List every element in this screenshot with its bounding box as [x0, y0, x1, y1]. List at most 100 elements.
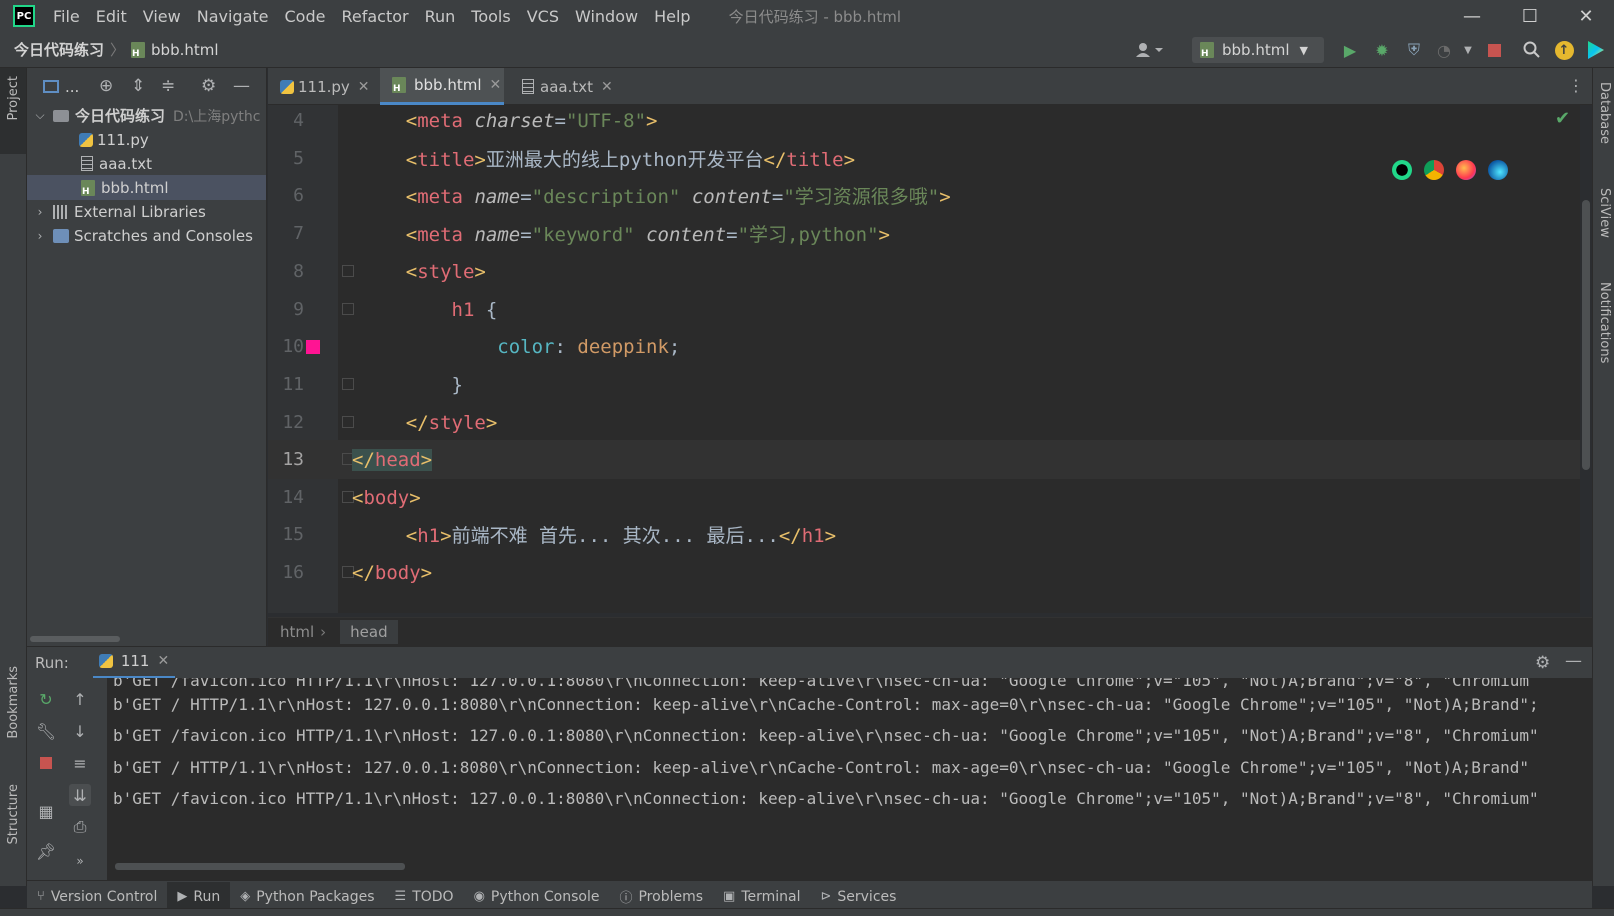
firefox-icon[interactable] — [1456, 160, 1476, 180]
code-editor[interactable]: 4 <meta charset="UTF-8"> 5 <title>亚洲最大的线… — [268, 105, 1580, 613]
run-tab-111[interactable]: 111 ✕ — [92, 647, 176, 679]
debug-icon[interactable]: ✹ — [1370, 38, 1394, 62]
fold-marker-icon[interactable] — [342, 265, 354, 277]
tree-item-aaa-txt[interactable]: aaa.txt — [27, 151, 266, 176]
close-tab-icon[interactable]: ✕ — [157, 653, 169, 669]
no-problems-check-icon[interactable]: ✔ — [1555, 108, 1570, 129]
tab-python-packages[interactable]: ◈ Python Packages — [230, 882, 384, 912]
menu-help[interactable]: Help — [654, 7, 690, 26]
project-view-icon[interactable] — [43, 80, 59, 93]
menu-window[interactable]: Window — [575, 7, 638, 26]
fold-marker-icon[interactable] — [342, 303, 354, 315]
arrow-down-icon[interactable]: ↓ — [69, 720, 91, 742]
run-configuration-select[interactable]: bbb.html ▼ — [1192, 37, 1324, 63]
editor-vertical-scrollbar[interactable] — [1582, 200, 1590, 470]
project-horizontal-scrollbar[interactable] — [30, 636, 120, 642]
menu-edit[interactable]: Edit — [96, 7, 127, 26]
breadcrumb-html[interactable]: html — [280, 623, 314, 641]
breadcrumb-file[interactable]: bbb.html — [151, 41, 219, 59]
tree-item-external-libraries[interactable]: › External Libraries — [27, 199, 266, 224]
tab-services[interactable]: ⊳ Services — [810, 882, 906, 912]
line-number: 16 — [282, 562, 304, 583]
locate-icon[interactable]: ⊕ — [99, 76, 113, 96]
stop-icon[interactable] — [35, 752, 57, 774]
layout-icon[interactable]: ▦ — [35, 800, 57, 822]
more-run-options-icon[interactable]: ▼ — [1456, 38, 1480, 62]
close-tab-icon[interactable]: ✕ — [358, 79, 370, 95]
tree-item-project-root[interactable]: ⌵ 今日代码练习 D:\上海pythc — [27, 103, 266, 128]
database-stripe-label[interactable]: Database — [1597, 82, 1612, 144]
fold-marker-icon[interactable] — [342, 378, 354, 390]
html-file-icon — [392, 77, 406, 94]
tab-run[interactable]: ▶ Run — [167, 881, 231, 912]
breadcrumb-head[interactable]: head — [340, 620, 398, 644]
expand-all-icon[interactable]: ⇕ — [131, 76, 145, 96]
update-icon[interactable]: ↑ — [1552, 38, 1576, 62]
hide-panel-icon[interactable]: — — [1565, 651, 1582, 671]
menu-tools[interactable]: Tools — [471, 7, 510, 26]
maximize-icon[interactable]: ☐ — [1502, 0, 1558, 32]
tab-problems[interactable]: ⓘ Problems — [609, 882, 713, 912]
more-icon[interactable]: » — [69, 850, 91, 872]
search-icon[interactable] — [1520, 38, 1544, 62]
project-view-label[interactable]: ... — [65, 78, 79, 96]
menu-vcs[interactable]: VCS — [527, 7, 559, 26]
notifications-stripe-label[interactable]: Notifications — [1597, 282, 1612, 363]
tree-item-bbb-html[interactable]: bbb.html — [27, 175, 266, 200]
menu-refactor[interactable]: Refactor — [341, 7, 408, 26]
code-line: 5 <title>亚洲最大的线上python开发平台</title> — [268, 139, 1580, 178]
console-horizontal-scrollbar[interactable] — [115, 863, 405, 870]
soft-wrap-icon[interactable]: ≡ — [69, 752, 91, 774]
close-tab-icon[interactable]: ✕ — [601, 79, 613, 95]
menu-code[interactable]: Code — [285, 7, 326, 26]
tab-bbb-html[interactable]: bbb.html ✕ — [380, 68, 504, 105]
tab-todo[interactable]: ☰ TODO — [385, 882, 464, 912]
scroll-to-end-icon[interactable]: ⇊ — [69, 784, 91, 806]
tab-python-console[interactable]: ◉ Python Console — [464, 882, 610, 912]
tab-version-control[interactable]: ⑂ Version Control — [27, 882, 167, 912]
project-stripe-label: Project — [6, 76, 21, 121]
tab-aaa-txt[interactable]: aaa.txt ✕ — [510, 68, 616, 105]
project-tool-button[interactable]: Project — [0, 68, 26, 154]
run-console-output[interactable]: b'GET /favicon.ico HTTP/1.1\r\nHost: 127… — [107, 678, 1592, 880]
menu-file[interactable]: File — [53, 7, 80, 26]
chrome-icon[interactable] — [1424, 160, 1444, 180]
gear-icon[interactable]: ⚙ — [1535, 653, 1550, 673]
menu-navigate[interactable]: Navigate — [197, 7, 269, 26]
fold-marker-icon[interactable] — [342, 416, 354, 428]
hide-panel-icon[interactable]: — — [233, 76, 250, 96]
wrench-icon[interactable]: 🔧︎ — [35, 720, 57, 742]
run-config-label: bbb.html — [1222, 41, 1290, 59]
rerun-icon[interactable]: ↻ — [35, 688, 57, 710]
run-icon[interactable]: ▶ — [1338, 38, 1362, 62]
tree-item-111-py[interactable]: 111.py — [27, 127, 266, 152]
minimize-icon[interactable]: — — [1444, 0, 1500, 32]
pin-icon[interactable]: 📌︎ — [35, 840, 57, 862]
coverage-icon[interactable]: ⛨ — [1402, 38, 1426, 62]
menu-view[interactable]: View — [143, 7, 181, 26]
collapse-all-icon[interactable]: ≑ — [161, 76, 175, 96]
python-file-icon — [98, 654, 113, 668]
structure-stripe-label[interactable]: Structure — [6, 784, 21, 844]
close-window-icon[interactable]: ✕ — [1558, 0, 1614, 32]
sciview-stripe-label[interactable]: SciView — [1597, 188, 1612, 238]
tab-111-py[interactable]: 111.py ✕ — [268, 68, 374, 105]
more-tabs-icon[interactable]: ⋮ — [1568, 76, 1584, 95]
bookmarks-stripe-label[interactable]: Bookmarks — [6, 666, 21, 739]
run-toolbar: ↻ ↑ 🔧︎ ↓ ≡ ⇊ ▦ ⎙ 📌︎ » — [27, 678, 107, 880]
profile-icon[interactable]: ◔ — [1432, 38, 1456, 62]
color-preview-swatch[interactable] — [306, 339, 320, 354]
tab-terminal[interactable]: ▣ Terminal — [713, 882, 810, 912]
pycharm-browser-icon[interactable] — [1392, 160, 1412, 180]
stop-icon[interactable] — [1482, 38, 1506, 62]
breadcrumb-project[interactable]: 今日代码练习 — [14, 39, 104, 60]
tree-item-scratches[interactable]: › Scratches and Consoles — [27, 223, 266, 248]
print-icon[interactable]: ⎙ — [69, 816, 91, 838]
edge-icon[interactable] — [1488, 160, 1508, 180]
user-account-icon[interactable] — [1130, 38, 1170, 62]
close-tab-icon[interactable]: ✕ — [490, 77, 502, 93]
menu-run[interactable]: Run — [425, 7, 456, 26]
status-bar — [0, 908, 1614, 916]
arrow-up-icon[interactable]: ↑ — [69, 688, 91, 710]
gear-icon[interactable]: ⚙ — [201, 76, 216, 96]
